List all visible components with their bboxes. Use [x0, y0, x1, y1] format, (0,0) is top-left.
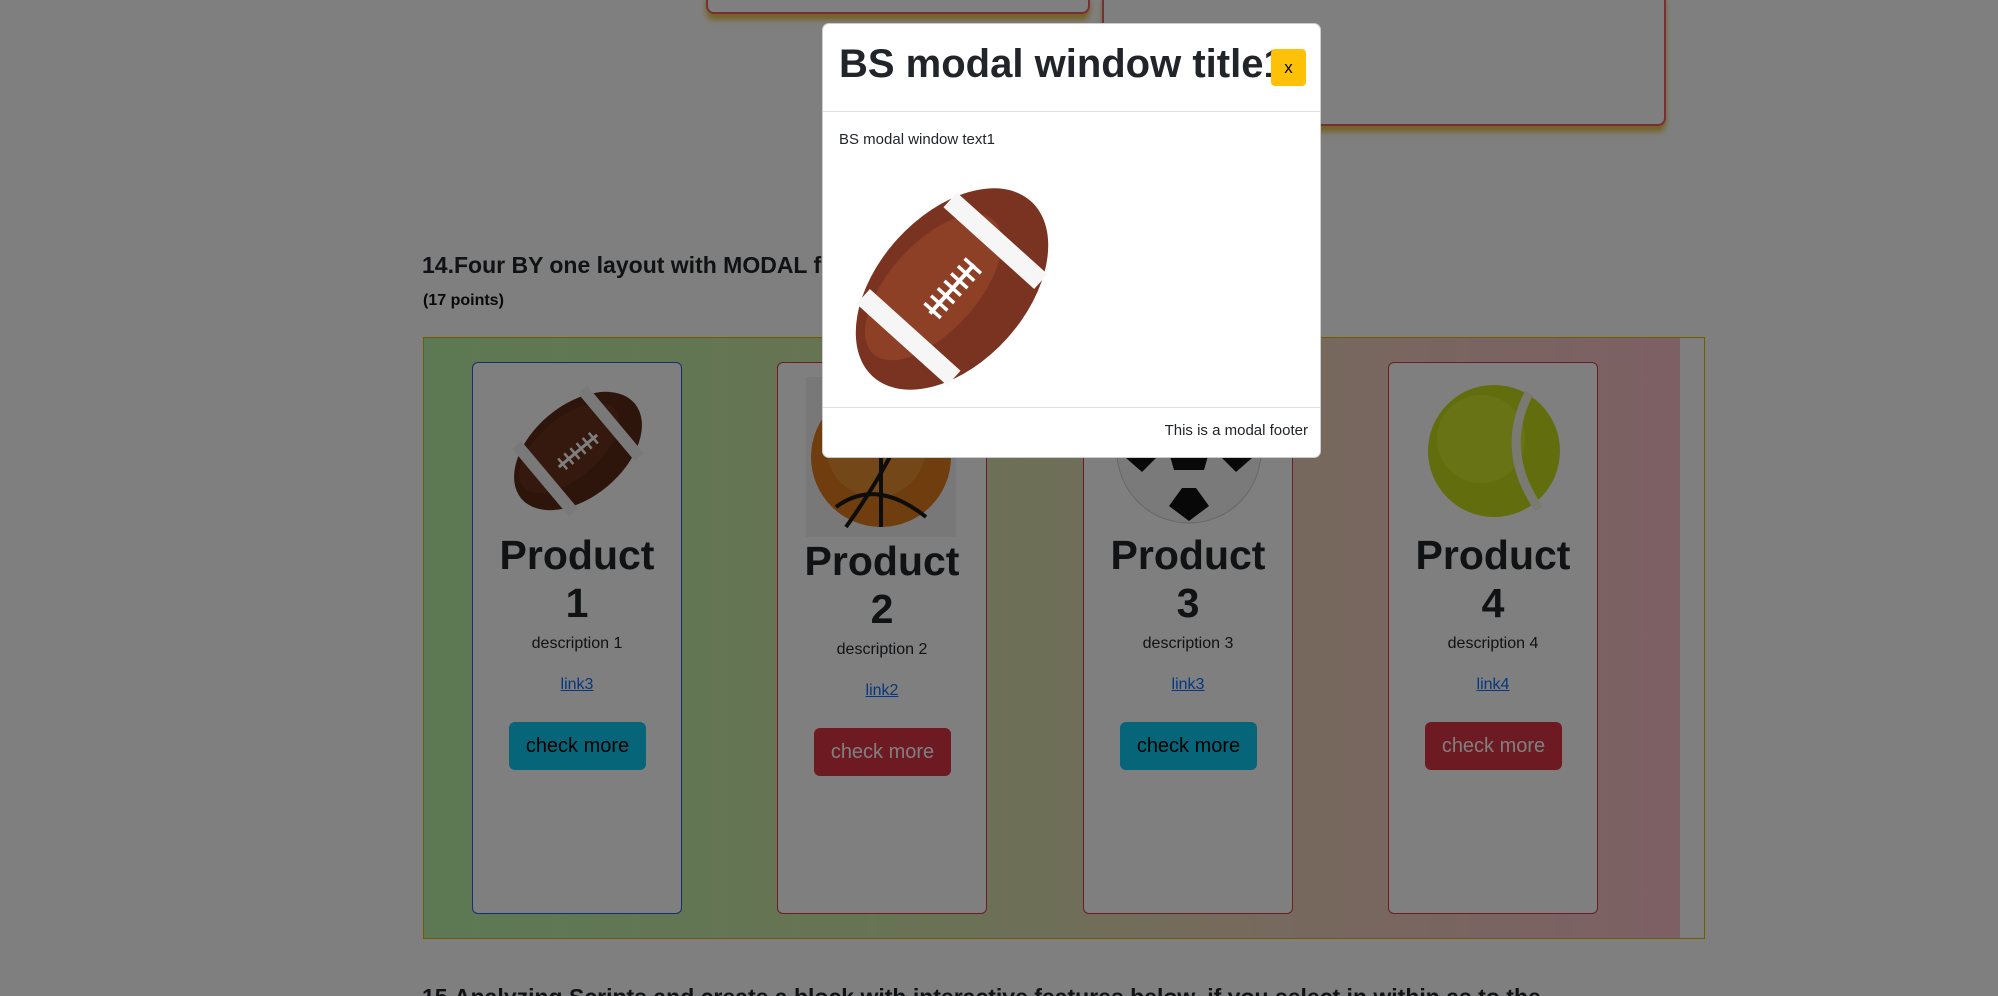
modal-footer: This is a modal footer — [823, 407, 1320, 457]
modal-body-text: BS modal window text1 — [839, 131, 995, 148]
football-icon — [841, 174, 1063, 404]
page: 14.Four BY one layout with MODAL for eac… — [0, 0, 1998, 996]
modal-header: BS modal window title1 x — [823, 24, 1320, 112]
modal-dialog: BS modal window title1 x BS modal window… — [822, 23, 1321, 458]
modal-footer-text: This is a modal footer — [1164, 422, 1308, 439]
modal-close-button[interactable]: x — [1271, 49, 1306, 86]
modal-title: BS modal window title1 — [839, 42, 1286, 86]
